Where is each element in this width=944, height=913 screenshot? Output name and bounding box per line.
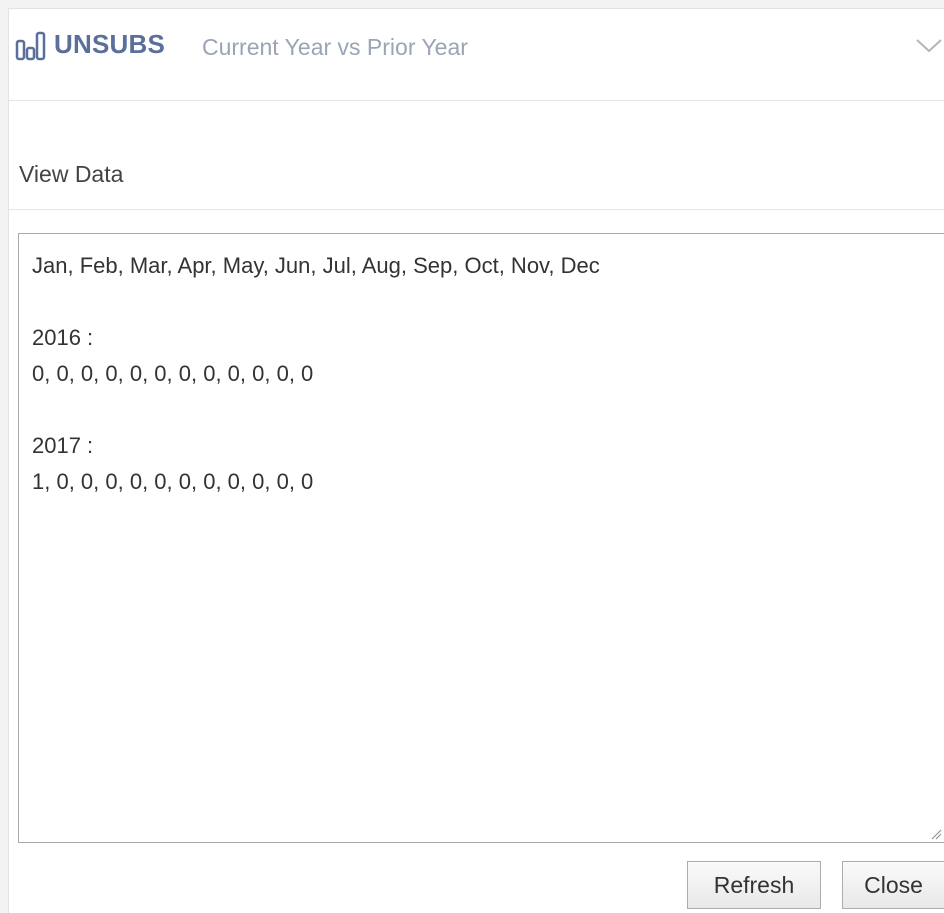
data-line-blank xyxy=(32,284,944,320)
refresh-button[interactable]: Refresh xyxy=(687,861,821,909)
data-line-blank xyxy=(32,392,944,428)
data-textarea[interactable]: Jan, Feb, Mar, Apr, May, Jun, Jul, Aug, … xyxy=(18,233,944,843)
panel-title: UNSUBS xyxy=(54,29,165,59)
data-line-year-2017: 2017 : xyxy=(32,433,94,458)
data-line-year-2016: 2016 : xyxy=(32,325,94,350)
panel-header: UNSUBS Current Year vs Prior Year xyxy=(9,9,944,101)
view-data-label: View Data xyxy=(19,161,124,187)
bar-chart-icon xyxy=(15,31,46,61)
close-button[interactable]: Close xyxy=(842,861,944,909)
data-line-values-2017: 1, 0, 0, 0, 0, 0, 0, 0, 0, 0, 0, 0 xyxy=(32,469,314,494)
data-line-values-2016: 0, 0, 0, 0, 0, 0, 0, 0, 0, 0, 0, 0 xyxy=(32,361,314,386)
resize-grip-icon[interactable] xyxy=(930,828,942,840)
chevron-down-icon[interactable] xyxy=(914,33,944,57)
data-line-months: Jan, Feb, Mar, Apr, May, Jun, Jul, Aug, … xyxy=(32,253,600,278)
section-divider xyxy=(9,209,944,210)
panel-subtitle: Current Year vs Prior Year xyxy=(202,34,468,60)
unsubs-panel: UNSUBS Current Year vs Prior Year View D… xyxy=(8,8,944,913)
